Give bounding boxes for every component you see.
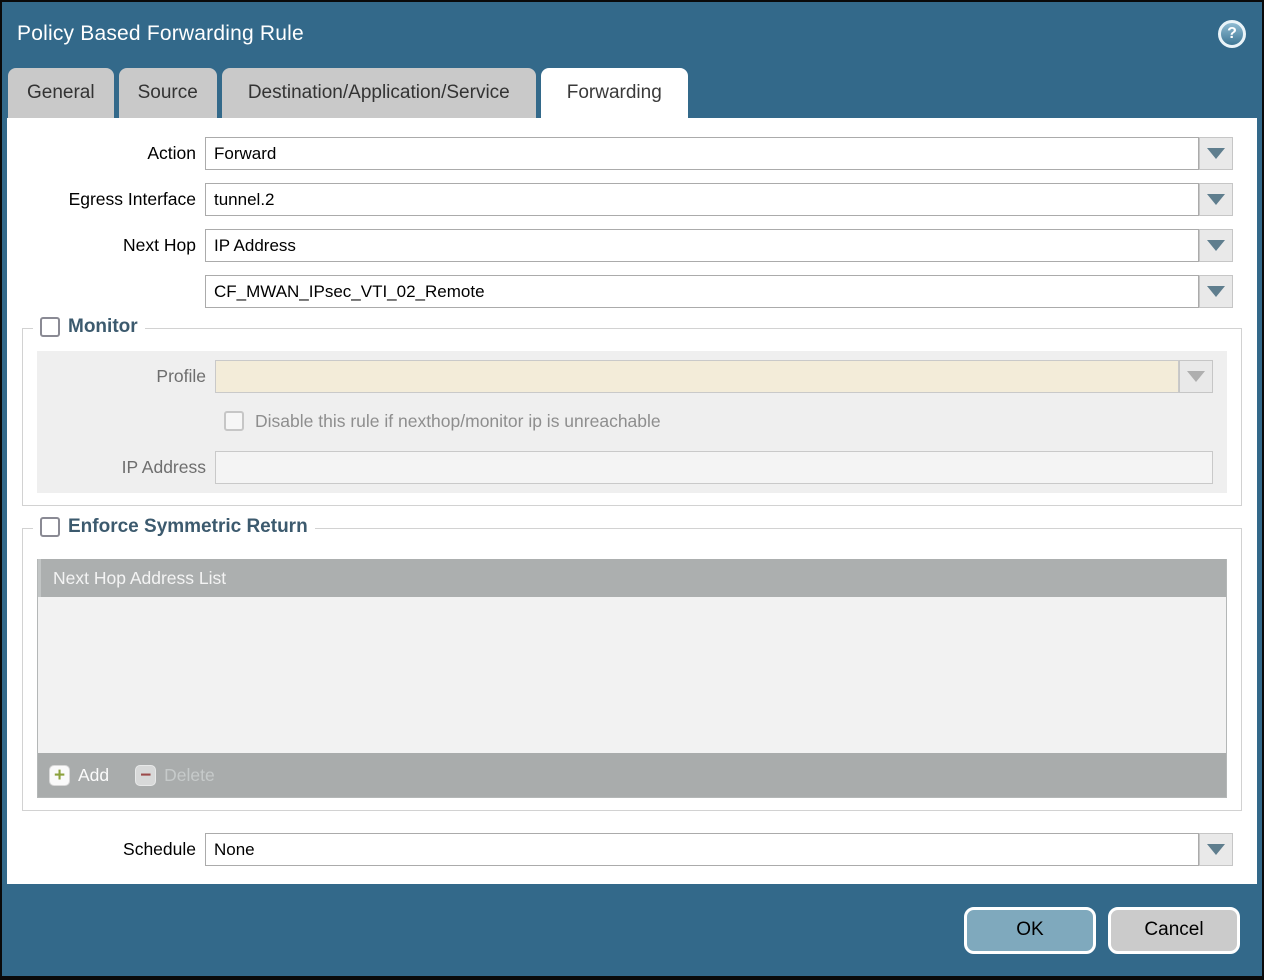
monitor-checkbox[interactable] (40, 317, 60, 337)
monitor-legend-label: Monitor (68, 316, 138, 338)
tab-source[interactable]: Source (119, 68, 217, 118)
policy-based-forwarding-rule-dialog: Policy Based Forwarding Rule ? General S… (0, 0, 1264, 980)
next-hop-address-dropdown-button[interactable] (1199, 275, 1233, 308)
chevron-down-icon (1207, 286, 1225, 297)
next-hop-address-row: CF_MWAN_IPsec_VTI_02_Remote (7, 275, 1233, 308)
cancel-button[interactable]: Cancel (1108, 907, 1240, 954)
forwarding-tab-panel: Action Forward Egress Interface tunnel.2… (7, 118, 1257, 884)
enforce-symmetric-return-group: Enforce Symmetric Return Next Hop Addres… (22, 528, 1242, 811)
action-select[interactable]: Forward (205, 137, 1199, 170)
minus-icon: − (135, 765, 156, 786)
tab-destination-application-service[interactable]: Destination/Application/Service (222, 68, 536, 118)
egress-interface-select[interactable]: tunnel.2 (205, 183, 1199, 216)
chevron-down-icon (1207, 240, 1225, 251)
profile-select (215, 360, 1179, 393)
monitor-group: Monitor Profile Disable this rule if nex… (22, 328, 1242, 506)
egress-interface-row: Egress Interface tunnel.2 (7, 183, 1233, 216)
profile-label: Profile (51, 366, 215, 387)
next-hop-address-list-toolbar: + Add − Delete (38, 753, 1226, 797)
tab-bar: General Source Destination/Application/S… (2, 66, 1262, 118)
ok-button[interactable]: OK (964, 907, 1096, 954)
next-hop-row: Next Hop IP Address (7, 229, 1233, 262)
disable-rule-checkbox (224, 411, 244, 431)
schedule-label: Schedule (7, 839, 205, 860)
profile-row: Profile (51, 360, 1213, 393)
next-hop-address-list-body (38, 597, 1226, 753)
action-row: Action Forward (7, 137, 1233, 170)
plus-icon: + (49, 765, 70, 786)
monitor-ip-address-row: IP Address (51, 451, 1213, 484)
monitor-legend: Monitor (33, 316, 145, 338)
enforce-symmetric-return-checkbox[interactable] (40, 517, 60, 537)
next-hop-address-list-table: Next Hop Address List + Add − Delete (37, 559, 1227, 798)
next-hop-address-select[interactable]: CF_MWAN_IPsec_VTI_02_Remote (205, 275, 1199, 308)
monitor-ip-address-label: IP Address (51, 457, 215, 478)
next-hop-type-select[interactable]: IP Address (205, 229, 1199, 262)
dialog-frame: Policy Based Forwarding Rule ? General S… (2, 2, 1262, 976)
add-button-label: Add (78, 765, 109, 786)
schedule-dropdown-button[interactable] (1199, 833, 1233, 866)
delete-button-label: Delete (164, 765, 215, 786)
dialog-titlebar: Policy Based Forwarding Rule ? (2, 2, 1262, 66)
next-hop-address-list-header: Next Hop Address List (38, 559, 1226, 597)
tab-forwarding[interactable]: Forwarding (541, 68, 688, 118)
monitor-panel: Profile Disable this rule if nexthop/mon… (37, 351, 1227, 493)
dialog-footer: OK Cancel (2, 884, 1262, 976)
tab-general[interactable]: General (8, 68, 114, 118)
enforce-symmetric-return-legend: Enforce Symmetric Return (33, 516, 315, 538)
dialog-title: Policy Based Forwarding Rule (17, 22, 304, 46)
monitor-ip-address-input (215, 451, 1213, 484)
egress-interface-dropdown-button[interactable] (1199, 183, 1233, 216)
next-hop-label: Next Hop (7, 235, 205, 256)
schedule-row: Schedule None (7, 833, 1233, 866)
chevron-down-icon (1207, 844, 1225, 855)
action-dropdown-button[interactable] (1199, 137, 1233, 170)
action-label: Action (7, 143, 205, 164)
disable-rule-row: Disable this rule if nexthop/monitor ip … (224, 409, 1213, 433)
enforce-symmetric-return-legend-label: Enforce Symmetric Return (68, 516, 308, 538)
profile-dropdown-button (1179, 360, 1213, 393)
next-hop-type-dropdown-button[interactable] (1199, 229, 1233, 262)
chevron-down-icon (1207, 148, 1225, 159)
add-button[interactable]: + Add (49, 765, 109, 786)
chevron-down-icon (1187, 371, 1205, 382)
egress-interface-label: Egress Interface (7, 189, 205, 210)
disable-rule-label: Disable this rule if nexthop/monitor ip … (255, 411, 661, 432)
schedule-select[interactable]: None (205, 833, 1199, 866)
delete-button: − Delete (135, 765, 215, 786)
help-icon[interactable]: ? (1218, 20, 1246, 48)
chevron-down-icon (1207, 194, 1225, 205)
